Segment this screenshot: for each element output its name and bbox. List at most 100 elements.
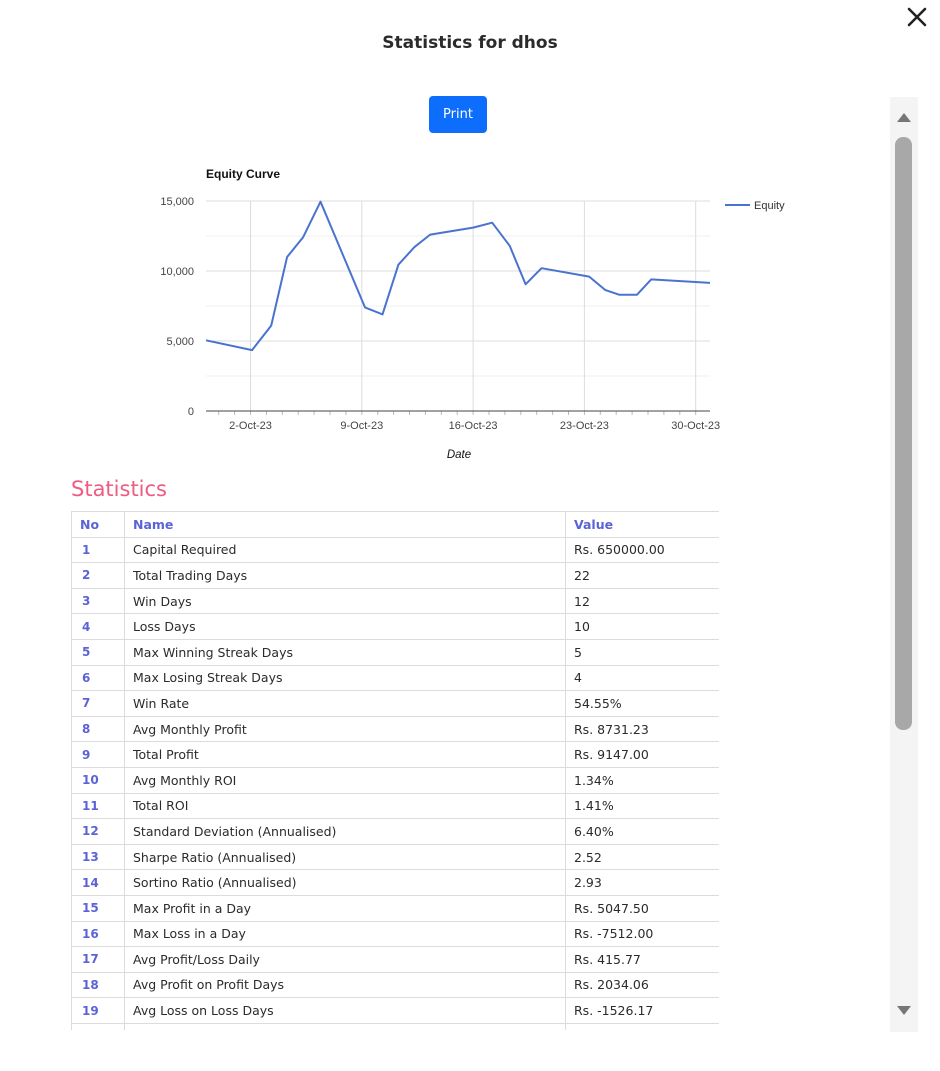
stat-value: Rs. 8731.23 <box>565 715 719 743</box>
stat-value: Rs. 650000.00 <box>565 536 719 564</box>
stat-value: 54.55% <box>565 690 719 717</box>
table-row: 10 Avg Monthly ROI 1.34% <box>71 766 719 794</box>
x-tick-label: 23-Oct-23 <box>560 420 609 432</box>
row-number: 14 <box>71 869 125 896</box>
row-number: 4 <box>71 613 125 640</box>
stat-value: 12 <box>565 587 719 615</box>
row-number: 15 <box>71 894 125 922</box>
x-tick-label: 16-Oct-23 <box>449 420 498 432</box>
table-row: 17 Avg Profit/Loss Daily Rs. 415.77 <box>71 946 719 973</box>
stat-name: Max Winning Streak Days <box>124 638 566 666</box>
row-number: 18 <box>71 971 125 999</box>
table-row: 9 Total Profit Rs. 9147.00 <box>71 741 719 768</box>
stat-name: Total ROI <box>124 792 566 820</box>
table-row: 13 Sharpe Ratio (Annualised) 2.52 <box>71 843 719 871</box>
table-row: 19 Avg Loss on Loss Days Rs. -1526.17 <box>71 997 719 1024</box>
vertical-scrollbar[interactable] <box>890 97 918 1032</box>
stat-value: Rs. 2034.06 <box>565 971 719 999</box>
table-row: 5 Max Winning Streak Days 5 <box>71 638 719 666</box>
stat-name: Total Trading Days <box>124 562 566 589</box>
statistics-table: No Name Value 1 Capital Required Rs. 65000… <box>71 511 719 1030</box>
row-number: 9 <box>71 741 125 768</box>
stat-value: Rs. 415.77 <box>565 946 719 973</box>
stat-name: Capital Required <box>124 536 566 564</box>
stat-name: Average (Annualised) ... (partially visi… <box>124 1022 566 1030</box>
equity-chart: 0 5,000 10,000 15,000 2-Oct-23 9-Oct-23 16-Oct… <box>140 160 800 470</box>
chart-x-axis-label: Date <box>447 449 471 461</box>
stat-value: 10 <box>565 613 719 640</box>
x-tick-label: 9-Oct-23 <box>340 420 383 432</box>
column-header-value: Value <box>565 511 719 538</box>
scroll-down-button[interactable] <box>895 1003 913 1019</box>
statistics-table-container: No Name Value 1 Capital Required Rs. 65000… <box>71 511 719 1030</box>
stat-value: 5 <box>565 638 719 666</box>
row-number: 7 <box>71 690 125 717</box>
chart-title: Equity Curve <box>206 167 280 181</box>
stat-name: Avg Monthly ROI <box>124 766 566 794</box>
stat-name: Sortino Ratio (Annualised) <box>124 869 566 896</box>
stat-name: Avg Monthly Profit <box>124 715 566 743</box>
table-row: 18 Avg Profit on Profit Days Rs. 2034.06 <box>71 971 719 999</box>
stat-name: Standard Deviation (Annualised) <box>124 818 566 845</box>
stat-value: Rs. -7512.00 <box>565 920 719 948</box>
scrollbar-thumb[interactable] <box>895 137 912 730</box>
stat-value: 22 <box>565 562 719 589</box>
stat-name: Max Loss in a Day <box>124 920 566 948</box>
row-number: 1 <box>71 536 125 564</box>
stat-name: Win Days <box>124 587 566 615</box>
y-tick-label: 15,000 <box>160 196 194 208</box>
table-row: 4 Loss Days 10 <box>71 613 719 640</box>
table-row: 11 Total ROI 1.41% <box>71 792 719 820</box>
table-row: 2 Total Trading Days 22 <box>71 562 719 589</box>
x-tick-label: 30-Oct-23 <box>671 420 720 432</box>
stat-name: Loss Days <box>124 613 566 640</box>
y-tick-label: 0 <box>188 406 194 418</box>
row-number: 12 <box>71 818 125 845</box>
column-header-no: No <box>71 511 125 538</box>
row-number: 8 <box>71 715 125 743</box>
stat-name: Avg Loss on Loss Days <box>124 997 566 1024</box>
triangle-down-icon <box>897 1006 911 1015</box>
table-row: 7 Win Rate 54.55% <box>71 690 719 717</box>
row-number: 13 <box>71 843 125 871</box>
close-button[interactable] <box>900 2 934 32</box>
row-number: 6 <box>71 664 125 692</box>
stat-value: 1.34% <box>565 766 719 794</box>
table-row: 8 Avg Monthly Profit Rs. 8731.23 <box>71 715 719 743</box>
stat-name: Avg Profit on Profit Days <box>124 971 566 999</box>
stat-value: 0.00 <box>565 1022 719 1030</box>
row-number: 2 <box>71 562 125 589</box>
row-number: 20 <box>71 1022 125 1030</box>
table-row: 14 Sortino Ratio (Annualised) 2.93 <box>71 869 719 896</box>
table-row: 16 Max Loss in a Day Rs. -7512.00 <box>71 920 719 948</box>
table-row: 6 Max Losing Streak Days 4 <box>71 664 719 692</box>
stat-value: 6.40% <box>565 818 719 845</box>
stat-name: Max Losing Streak Days <box>124 664 566 692</box>
stat-value: Rs. -1526.17 <box>565 997 719 1024</box>
stat-name: Max Profit in a Day <box>124 894 566 922</box>
row-number: 3 <box>71 587 125 615</box>
triangle-up-icon <box>897 113 911 122</box>
row-number: 10 <box>71 766 125 794</box>
stat-name: Win Rate <box>124 690 566 717</box>
series-line-equity <box>205 200 711 352</box>
close-icon <box>907 7 927 27</box>
row-number: 16 <box>71 920 125 948</box>
table-row: 15 Max Profit in a Day Rs. 5047.50 <box>71 894 719 922</box>
stat-value: 2.93 <box>565 869 719 896</box>
table-row: 1 Capital Required Rs. 650000.00 <box>71 536 719 564</box>
stat-value: 4 <box>565 664 719 692</box>
statistics-heading: Statistics <box>71 477 167 501</box>
stat-name: Total Profit <box>124 741 566 768</box>
stat-value: Rs. 9147.00 <box>565 741 719 768</box>
row-number: 19 <box>71 997 125 1024</box>
legend-label: Equity <box>754 200 785 212</box>
stat-name: Sharpe Ratio (Annualised) <box>124 843 566 871</box>
print-button[interactable]: Print <box>429 96 487 133</box>
stat-name: Avg Profit/Loss Daily <box>124 946 566 973</box>
row-number: 5 <box>71 638 125 666</box>
scroll-up-button[interactable] <box>895 109 913 125</box>
table-row: 20Average (Annualised) ... (partially vi… <box>71 1022 719 1030</box>
row-number: 17 <box>71 946 125 973</box>
y-tick-label: 10,000 <box>160 266 194 278</box>
